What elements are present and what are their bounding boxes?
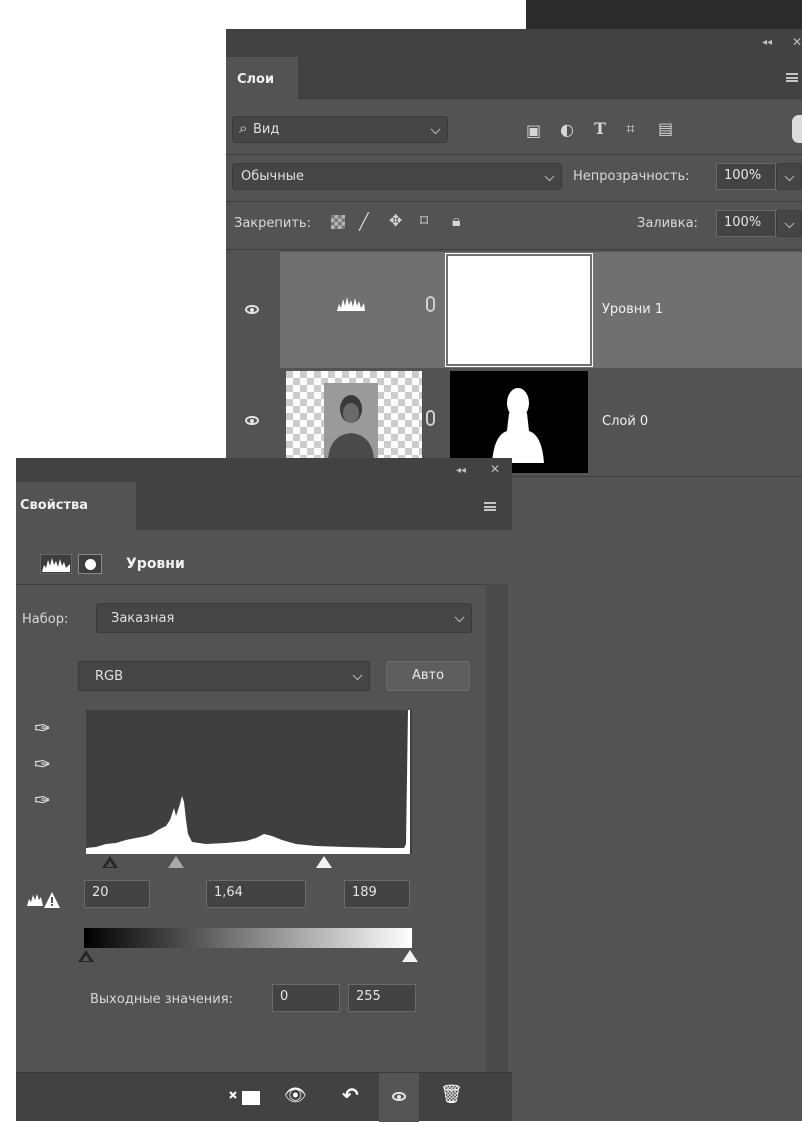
white-input-slider[interactable]: [316, 856, 332, 868]
close-icon[interactable]: ✕: [490, 462, 500, 476]
lock-artboard-icon[interactable]: ⌑: [420, 211, 428, 230]
trash-icon[interactable]: 🗑︎: [440, 1084, 463, 1105]
smart-object-filter-icon[interactable]: ▤: [658, 119, 673, 138]
slider-inner: [82, 955, 90, 961]
slider-inner: [106, 861, 114, 867]
panel-menu-icon[interactable]: [484, 502, 496, 511]
properties-panel: ◂◂ ✕ Свойства Уровни Набор: Заказная RGB…: [16, 458, 512, 1122]
panel-menu-icon[interactable]: [786, 73, 798, 82]
fill-field[interactable]: 100%: [716, 210, 776, 237]
clipping-warning-icon[interactable]: [26, 888, 60, 910]
layers-titlebar: ◂◂ ✕: [226, 29, 802, 57]
input-gamma-field[interactable]: 1,64: [206, 880, 306, 908]
filter-toggle-switch[interactable]: [792, 115, 802, 143]
chain-icon[interactable]: [426, 296, 435, 312]
channel-value: RGB: [95, 669, 124, 684]
fill-dropdown[interactable]: [776, 210, 802, 237]
layers-tab-row: Слои: [226, 57, 802, 100]
preset-label: Набор:: [22, 612, 69, 627]
portrait-image: [324, 383, 378, 459]
adjustment-title: Уровни: [126, 556, 185, 572]
chain-icon[interactable]: [426, 410, 435, 426]
input-white-field[interactable]: 189: [344, 880, 410, 908]
opacity-label: Непрозрачность:: [573, 169, 690, 184]
collapse-icon[interactable]: ◂◂: [762, 37, 772, 48]
lock-brush-icon[interactable]: ╱: [359, 212, 369, 231]
properties-bottom-toolbar: 👁︎ ↶ 🗑︎: [16, 1072, 512, 1122]
layer-name[interactable]: Слой 0: [602, 414, 648, 429]
tab-properties[interactable]: Свойства: [16, 482, 136, 531]
close-icon[interactable]: ✕: [792, 35, 802, 49]
blend-mode-value: Обычные: [241, 169, 304, 184]
opacity-dropdown[interactable]: [776, 163, 802, 190]
layer-filter-dropdown[interactable]: ⌕ Вид: [232, 116, 448, 143]
mask-silhouette: [492, 388, 544, 463]
clip-icon[interactable]: [228, 1088, 262, 1108]
histogram-icon: [337, 297, 365, 311]
lock-pixels-icon[interactable]: [331, 215, 345, 229]
top-dark-bar: [526, 0, 802, 30]
output-black-field[interactable]: 0: [272, 984, 340, 1012]
lock-move-icon[interactable]: ✥: [389, 211, 402, 230]
lock-label: Закрепить:: [234, 216, 311, 231]
preset-value: Заказная: [111, 611, 175, 626]
preset-dropdown[interactable]: Заказная: [96, 603, 472, 633]
layer-name[interactable]: Уровни 1: [602, 302, 663, 317]
mask-icon[interactable]: [78, 554, 102, 574]
collapse-icon[interactable]: ◂◂: [456, 465, 466, 476]
reset-icon[interactable]: ↶: [342, 1083, 359, 1107]
lock-all-icon[interactable]: 🔒︎: [452, 211, 461, 231]
blend-mode-dropdown[interactable]: Обычные: [232, 163, 562, 190]
view-previous-icon[interactable]: 👁︎: [284, 1085, 307, 1106]
properties-titlebar: ◂◂ ✕: [16, 458, 512, 482]
adjustment-filter-icon[interactable]: ◐: [560, 120, 574, 139]
properties-tab-row: Свойства: [16, 482, 512, 531]
image-filter-icon[interactable]: ▣: [526, 121, 541, 140]
input-black-field[interactable]: 20: [84, 880, 150, 908]
fill-label: Заливка:: [637, 216, 698, 231]
type-filter-icon[interactable]: T: [594, 119, 606, 138]
visibility-column: [226, 250, 280, 477]
opacity-field[interactable]: 100%: [716, 163, 776, 190]
eyedropper-icon[interactable]: ✑: [34, 752, 51, 776]
filter-label: Вид: [253, 122, 280, 137]
eye-icon[interactable]: [245, 305, 259, 314]
output-label: Выходные значения:: [90, 992, 233, 1007]
auto-button[interactable]: Авто: [386, 661, 470, 691]
white-output-slider[interactable]: [402, 950, 418, 962]
output-white-field[interactable]: 255: [348, 984, 416, 1012]
levels-histogram: [86, 710, 412, 854]
scrollbar-track[interactable]: [486, 584, 508, 1072]
eye-icon[interactable]: [245, 416, 259, 425]
output-gradient: [84, 928, 412, 948]
layer-mask-thumbnail[interactable]: [448, 256, 590, 364]
gamma-input-slider[interactable]: [168, 856, 184, 868]
histogram-icon: [40, 554, 72, 574]
eyedropper-icon[interactable]: ✑: [34, 716, 51, 740]
layer-row-levels[interactable]: Уровни 1: [280, 252, 802, 368]
shape-filter-icon[interactable]: ⌗: [626, 119, 635, 139]
search-icon: ⌕: [239, 119, 248, 137]
eyedropper-icon[interactable]: ✑: [34, 788, 51, 812]
eye-icon[interactable]: [392, 1092, 406, 1101]
channel-dropdown[interactable]: RGB: [78, 661, 370, 691]
tab-layers[interactable]: Слои: [226, 57, 298, 100]
